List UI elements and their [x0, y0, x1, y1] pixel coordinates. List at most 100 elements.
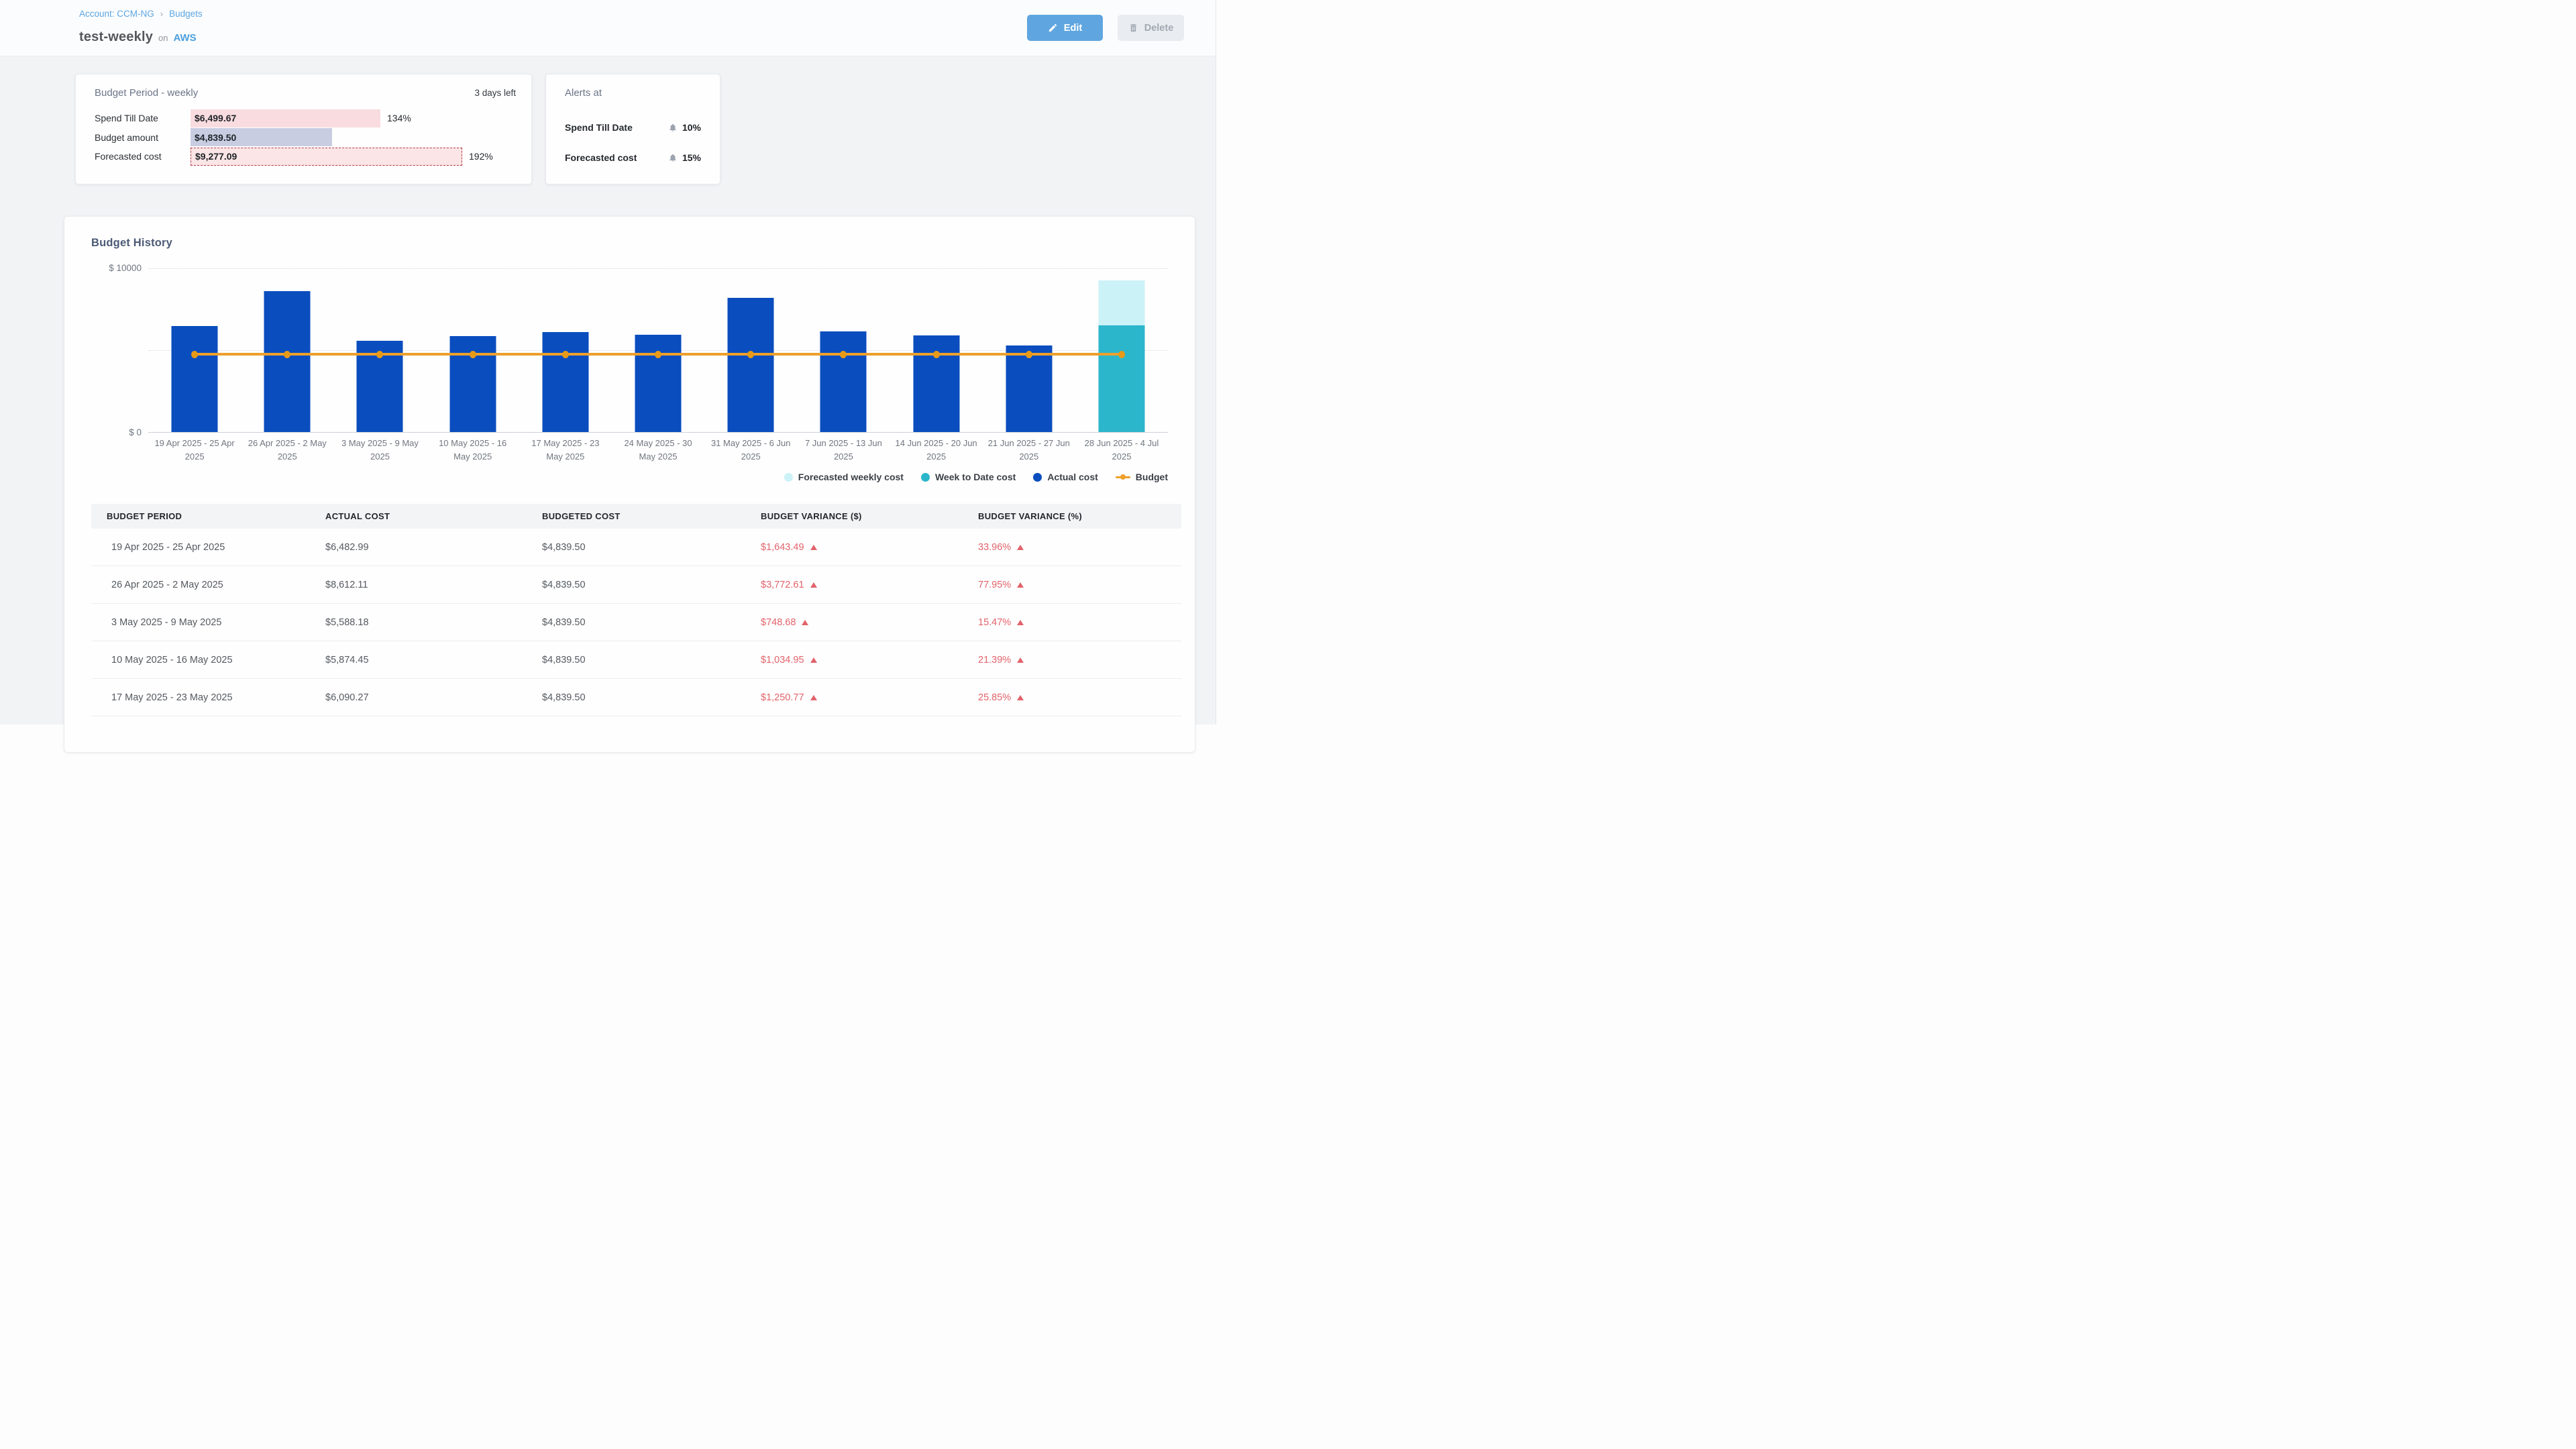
cell-variance-usd: $1,034.95: [761, 655, 978, 665]
x-axis-label: 24 May 2025 - 30 May 2025: [612, 432, 704, 464]
legend-label: Forecasted weekly cost: [798, 472, 904, 482]
chart-y-axis: $ 10000 $ 0: [91, 268, 148, 432]
alert-threshold: 15%: [682, 152, 701, 163]
title-connector: on: [158, 33, 168, 43]
budget-row-value: $4,839.50: [191, 132, 236, 143]
budget-line-point: [470, 351, 476, 358]
table-row: 19 Apr 2025 - 25 Apr 2025$6,482.99$4,839…: [91, 529, 1181, 566]
budget-history-chart: $ 10000 $ 0: [91, 268, 1168, 432]
chart-slot: [333, 268, 426, 432]
chart-slot: [797, 268, 890, 432]
x-axis-label: 21 Jun 2025 - 27 Jun 2025: [983, 432, 1075, 464]
cell-variance-pct: 15.47%: [978, 617, 1181, 628]
col-budgeted-cost: BUDGETED COST: [542, 511, 761, 521]
cell-variance-pct: 25.85%: [978, 692, 1181, 703]
cell-budgeted-cost: $4,839.50: [542, 692, 761, 703]
chart-slot: [1075, 268, 1168, 432]
cell-actual-cost: $6,090.27: [325, 692, 542, 703]
x-axis-label: 17 May 2025 - 23 May 2025: [519, 432, 612, 464]
table-header-row: BUDGET PERIOD ACTUAL COST BUDGETED COST …: [91, 504, 1181, 529]
alerts-card-title: Alerts at: [565, 87, 602, 99]
budget-row-label: Forecasted cost: [95, 151, 191, 162]
table-row: 10 May 2025 - 16 May 2025$5,874.45$4,839…: [91, 641, 1181, 679]
budget-row-percent: 192%: [469, 151, 493, 162]
header-actions: Edit Delete: [1027, 15, 1184, 41]
cell-budget-period: 19 Apr 2025 - 25 Apr 2025: [91, 542, 325, 553]
table-row: 26 Apr 2025 - 2 May 2025$8,612.11$4,839.…: [91, 566, 1181, 604]
cell-budgeted-cost: $4,839.50: [542, 617, 761, 628]
variance-up-icon: [810, 657, 817, 663]
alert-label: Forecasted cost: [565, 152, 668, 163]
col-budget-variance-pct: BUDGET VARIANCE (%): [978, 511, 1181, 521]
actual-cost-bar[interactable]: [728, 298, 774, 432]
col-actual-cost: ACTUAL COST: [325, 511, 542, 521]
actual-cost-bar[interactable]: [1006, 345, 1052, 432]
variance-up-icon: [810, 582, 817, 588]
cell-actual-cost: $6,482.99: [325, 542, 542, 553]
cell-budgeted-cost: $4,839.50: [542, 580, 761, 590]
breadcrumb-account-link[interactable]: Account: CCM-NG: [79, 9, 154, 19]
x-axis-label: 3 May 2025 - 9 May 2025: [333, 432, 426, 464]
budget-period-card: Budget Period - weekly 3 days left Spend…: [75, 74, 532, 184]
budget-line-point: [655, 351, 661, 358]
actual-cost-bar[interactable]: [820, 331, 867, 432]
legend-item-actual-cost[interactable]: Actual cost: [1033, 472, 1097, 482]
chart-slot: [704, 268, 797, 432]
cell-variance-pct: 77.95%: [978, 580, 1181, 590]
budget-row-bar: $4,839.50: [191, 128, 332, 146]
budget-period-row: Forecasted cost$9,277.09 192%: [95, 147, 516, 166]
legend-item-budget[interactable]: Budget: [1116, 472, 1168, 482]
budget-row-label: Spend Till Date: [95, 113, 191, 123]
budget-row-percent: 134%: [387, 113, 411, 123]
legend-item-forecasted-weekly-cost[interactable]: Forecasted weekly cost: [784, 472, 904, 482]
y-axis-min-label: $ 0: [129, 427, 142, 437]
actual-cost-bar[interactable]: [635, 335, 682, 432]
breadcrumb-budgets-link[interactable]: Budgets: [169, 9, 203, 19]
actual-cost-bar[interactable]: [542, 332, 588, 432]
chart-legend: Forecasted weekly cost Week to Date cost A…: [91, 472, 1168, 482]
budget-line-point: [1026, 351, 1032, 358]
delete-button[interactable]: Delete: [1118, 15, 1184, 41]
cell-variance-pct: 21.39%: [978, 655, 1181, 665]
budget-history-card: Budget History $ 10000 $ 0 19 Apr 2025 -…: [64, 216, 1195, 753]
table-body: 19 Apr 2025 - 25 Apr 2025$6,482.99 $4,839…: [91, 529, 1181, 716]
budget-period-row: Budget amount$4,839.50: [95, 128, 516, 148]
page-header: Account: CCM-NG›Budgets test-weekly on A…: [0, 0, 1216, 56]
budget-line-point: [284, 351, 290, 358]
legend-item-week-to-date-cost[interactable]: Week to Date cost: [921, 472, 1016, 482]
forecasted-weekly-cost-bar[interactable]: [1098, 280, 1144, 325]
week-to-date-cost-bar[interactable]: [1098, 325, 1144, 432]
legend-line-icon: [1116, 476, 1130, 478]
budget-line-point: [376, 351, 383, 358]
col-budget-variance-usd: BUDGET VARIANCE ($): [761, 511, 978, 521]
edit-button[interactable]: Edit: [1027, 15, 1103, 41]
budget-line-point: [747, 351, 754, 358]
actual-cost-bar[interactable]: [264, 291, 311, 432]
legend-dot-icon: [1033, 473, 1042, 482]
y-axis-max-label: $ 10000: [109, 263, 142, 273]
actual-cost-bar[interactable]: [172, 326, 218, 432]
variance-up-icon: [1017, 657, 1024, 663]
alert-threshold: 10%: [682, 122, 701, 133]
legend-label: Week to Date cost: [935, 472, 1016, 482]
page-title-row: test-weekly on AWS: [79, 30, 197, 45]
variance-up-icon: [1017, 695, 1024, 700]
cell-budgeted-cost: $4,839.50: [542, 655, 761, 665]
cell-variance-usd: $3,772.61: [761, 580, 978, 590]
chart-bars: [148, 268, 1168, 432]
cell-budget-period: 17 May 2025 - 23 May 2025: [91, 692, 325, 703]
budget-line-point: [191, 351, 198, 358]
chart-slot: [890, 268, 983, 432]
x-axis-label: 28 Jun 2025 - 4 Jul 2025: [1075, 432, 1168, 464]
budget-row-bar: $9,277.09: [191, 148, 462, 166]
x-axis-label: 26 Apr 2025 - 2 May 2025: [241, 432, 333, 464]
alert-row: Forecasted cost 15%: [565, 142, 701, 172]
cell-variance-usd: $1,250.77: [761, 692, 978, 703]
cell-actual-cost: $5,588.18: [325, 617, 542, 628]
budget-line-point: [562, 351, 569, 358]
budget-period-rows: Spend Till Date$6,499.67 134% Budget amoun…: [95, 109, 516, 166]
gridline-0: [148, 432, 1168, 433]
variance-up-icon: [1017, 620, 1024, 625]
variance-up-icon: [810, 545, 817, 550]
budget-row-value: $6,499.67: [191, 113, 236, 123]
